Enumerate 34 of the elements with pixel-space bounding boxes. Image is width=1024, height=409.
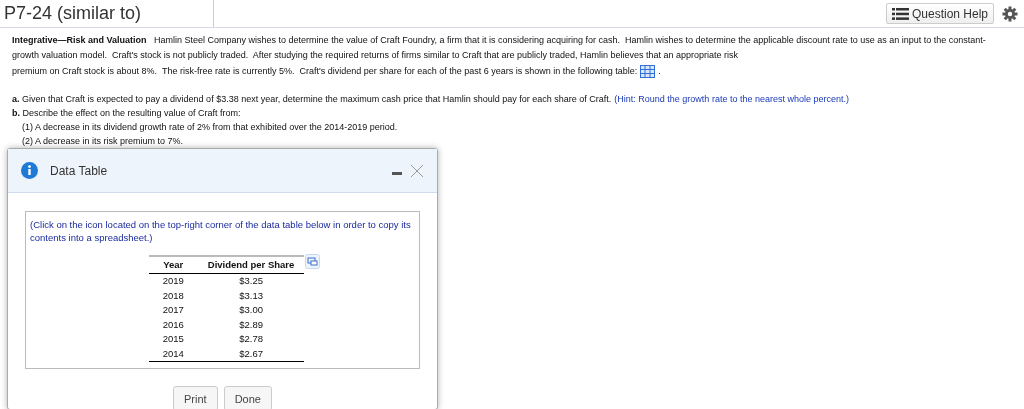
dialog-title: Data Table <box>50 162 108 180</box>
close-icon[interactable] <box>410 163 424 178</box>
info-icon <box>21 162 38 179</box>
column-header: Year <box>148 256 198 274</box>
table-cell-text: $2.78 <box>238 332 264 347</box>
table-cell-text: 2018 <box>161 288 185 303</box>
table-cell: 2019 <box>148 273 198 289</box>
question-part-a: a. Given that Craft is expected to pay a dividend of $3.38 next year, determine the maximum cash price that Hamlin should pay for each share of Craft. <box>12 93 612 106</box>
dialog-button[interactable]: Print <box>173 386 218 409</box>
table-cell-text: 2016 <box>161 317 185 332</box>
question-sub-item: (2) A decrease in its risk premium to 7%. <box>22 135 185 148</box>
instruction-text: (Click on the icon located on the top-right corner of the data table below in order to copy its contents into a spreadsheet.) <box>30 218 412 244</box>
table-cell: 2014 <box>148 346 198 362</box>
table-cell-text: $2.89 <box>238 317 264 332</box>
period-text: . <box>658 65 661 78</box>
settings-icon[interactable] <box>1002 5 1018 22</box>
table-icon[interactable] <box>640 65 656 78</box>
question-text: premium on Craft stock is about 8%. The risk-free rate is currently 5%. Craft's dividend per share for each of the past 6 years is shown in the following table: <box>12 65 638 78</box>
table-cell: $2.67 <box>197 346 305 362</box>
question-part-b: b. Describe the effect on the resulting value of Craft from: <box>12 107 242 120</box>
question-sub-item: (1) A decrease in its dividend growth rate of 2% from that exhibited over the 2014-2019 period. <box>22 121 399 134</box>
copy-icon[interactable] <box>305 254 321 269</box>
table-cell-text: $3.13 <box>238 288 264 303</box>
column-header: Dividend per Share <box>197 256 305 274</box>
table-cell: $3.25 <box>197 273 305 289</box>
minimize-icon[interactable] <box>392 171 402 175</box>
dialog-button[interactable]: Done <box>223 386 272 409</box>
table-cell-text: 2017 <box>161 303 185 318</box>
table-cell-text: 2015 <box>161 332 185 347</box>
hint-text: (Hint: Round the growth rate to the nearest whole percent.) <box>614 93 849 106</box>
table-cell-text: $3.00 <box>238 303 264 318</box>
list-icon <box>891 7 909 20</box>
question-help-button[interactable]: Question Help <box>885 3 994 24</box>
page-title: P7-24 (similar to) <box>4 2 142 25</box>
